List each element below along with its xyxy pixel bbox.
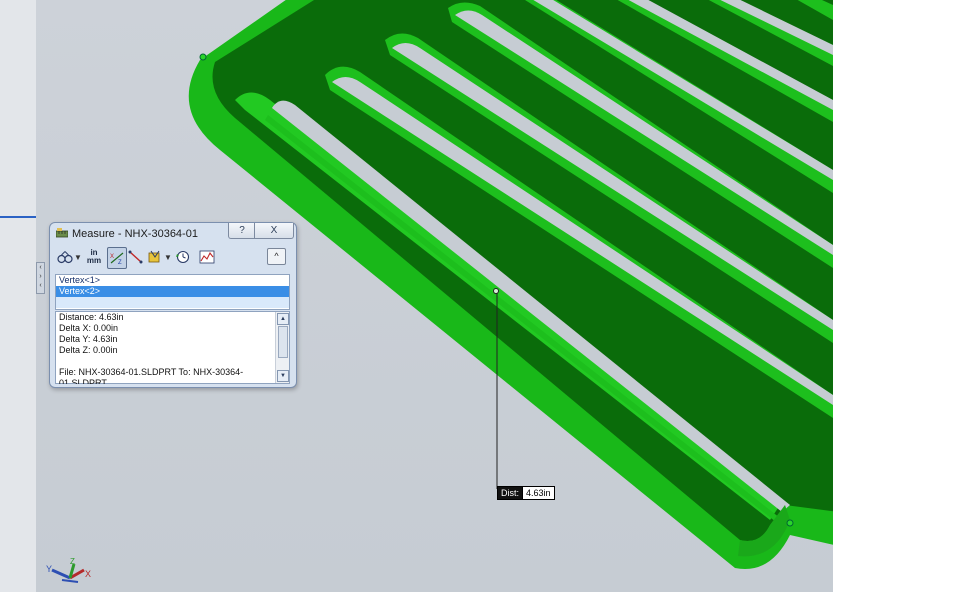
dialog-title: Measure - NHX-30364-01: [72, 228, 198, 240]
close-button[interactable]: X: [254, 223, 294, 239]
ruler-icon: [56, 228, 68, 238]
measure-dialog[interactable]: Measure - NHX-30364-01 ? X ▼ in mm XZ ▼ …: [49, 222, 297, 388]
scroll-up-icon[interactable]: ▲: [277, 313, 289, 325]
vertex-marker-1: [199, 53, 207, 61]
arc-options-dropdown-icon[interactable]: ▼: [74, 247, 82, 267]
vertex-marker-mid: [493, 288, 499, 294]
selection-item-vertex-1[interactable]: Vertex<1>: [56, 275, 289, 286]
create-sensor-icon[interactable]: [199, 247, 215, 267]
result-blank: [56, 356, 289, 367]
selection-list[interactable]: Vertex<1> Vertex<2>: [55, 274, 290, 310]
result-delta-y: Delta Y: 4.63in: [59, 334, 118, 344]
scroll-down-icon[interactable]: ▼: [277, 370, 289, 382]
measurement-history-icon[interactable]: [175, 247, 191, 267]
scroll-thumb[interactable]: [278, 326, 288, 358]
result-file-cont: 01.SLDPRT: [59, 378, 107, 384]
dist-label: Dist:: [498, 487, 522, 499]
vertex-marker-2: [786, 519, 794, 527]
dialog-titlebar[interactable]: Measure - NHX-30364-01 ? X: [50, 223, 296, 244]
svg-text:X: X: [110, 254, 114, 260]
svg-text:Z: Z: [118, 260, 122, 265]
view-triad-icon: Y X Z: [46, 557, 91, 583]
result-delta-x: Delta X: 0.00in: [59, 323, 119, 333]
result-file: File: NHX-30364-01.SLDPRT To: NHX-30364-: [59, 367, 244, 377]
xyz-measurements-icon[interactable]: XZ: [107, 247, 127, 269]
result-delta-z: Delta Z: 0.00in: [59, 345, 118, 355]
projection-dropdown-icon[interactable]: ▼: [164, 247, 172, 267]
dist-callout: Dist: 4.63in: [497, 486, 555, 500]
triad-y-label: Y: [46, 564, 52, 574]
collapse-button[interactable]: ^: [267, 248, 286, 265]
projection-icon[interactable]: [147, 247, 163, 267]
help-button[interactable]: ?: [228, 223, 256, 239]
result-distance: Distance: 4.63in: [59, 312, 124, 322]
arc-circle-measure-icon[interactable]: [57, 247, 73, 267]
selection-item-vertex-2[interactable]: Vertex<2>: [56, 286, 289, 297]
units-bottom-label: mm: [86, 256, 102, 265]
units-precision-button[interactable]: in mm: [85, 247, 103, 267]
results-scrollbar[interactable]: ▲ ▼: [275, 312, 289, 383]
triad-z-label: Z: [70, 557, 75, 566]
measure-toolbar: ▼ in mm XZ ▼ ^: [54, 247, 292, 269]
results-panel[interactable]: Distance: 4.63in Delta X: 0.00in Delta Y…: [55, 311, 290, 384]
panel-collapse-grip[interactable]: ‹ › ‹: [36, 262, 45, 294]
dist-value: 4.63in: [522, 487, 554, 499]
triad-x-label: X: [85, 569, 91, 579]
selection-item-empty[interactable]: [56, 297, 289, 308]
point-to-point-icon[interactable]: [128, 247, 144, 267]
